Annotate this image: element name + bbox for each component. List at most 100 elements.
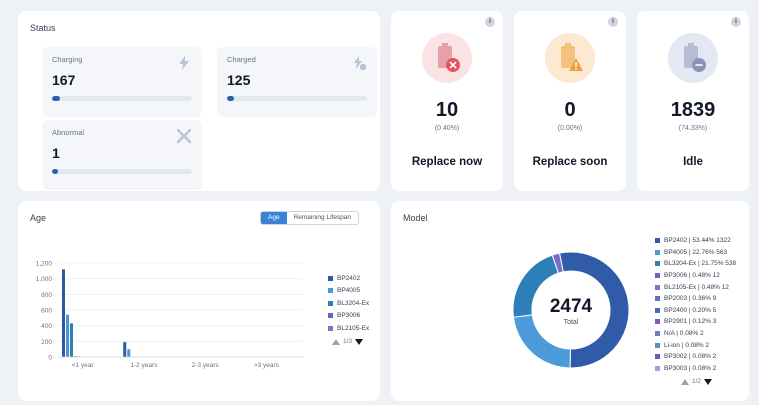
- legend-swatch: [655, 249, 660, 255]
- legend-swatch: [328, 300, 333, 306]
- legend-label: BP2402: [337, 274, 361, 282]
- y-tick-label: 800: [41, 292, 52, 299]
- legend-label: BL2105-Ex | 0.48% 12: [664, 283, 729, 291]
- legend-label: BP2402 | 53.44% 1322: [664, 237, 731, 245]
- abnormal-progress-bar: [52, 169, 192, 174]
- tile-charged[interactable]: Charged 125: [217, 47, 377, 117]
- legend-label: Li-ion | 0.08% 2: [664, 341, 710, 349]
- idle-card[interactable]: i 1839 (74.33%) Idle: [637, 11, 749, 191]
- age-legend: BP2402BP4005BL3204-ExBP3006BL2105-ExBP20…: [328, 272, 380, 332]
- charging-progress-bar: [52, 96, 192, 101]
- abnormal-progress-fill: [52, 169, 58, 174]
- legend-swatch: [655, 331, 660, 337]
- model-legend: BP2402 | 53.44% 1322 BP4005 | 22.76% 563 B…: [655, 235, 749, 374]
- legend-swatch: [655, 284, 660, 290]
- age-legend-pager[interactable]: 1/3: [332, 338, 364, 345]
- age-bar-chart: 0 200 400 600 800 1,000 1,200 <1 year 1-2 years 2…: [36, 261, 303, 369]
- model-legend-pager[interactable]: 1/2: [681, 378, 713, 385]
- y-tick-label: 200: [41, 339, 52, 346]
- legend-swatch: [655, 261, 660, 267]
- legend-label: BL3204-Ex: [337, 299, 370, 307]
- legend-label: BP4005: [337, 287, 361, 295]
- bar[interactable]: [62, 269, 65, 357]
- model-title: Model: [403, 213, 428, 223]
- legend-item[interactable]: BP2901 | 0.12% 3: [655, 316, 749, 328]
- legend-item[interactable]: BL2105-Ex: [328, 322, 380, 332]
- info-icon[interactable]: i: [485, 17, 495, 27]
- legend-swatch: [655, 296, 660, 302]
- tile-charging[interactable]: Charging 167: [42, 47, 202, 117]
- legend-item[interactable]: BP2402: [328, 272, 380, 285]
- battery-error-icon: [422, 33, 472, 83]
- tile-charging-value: 167: [52, 72, 76, 88]
- y-tick-label: 1,200: [36, 261, 53, 268]
- legend-label: BP3006 | 0.48% 12: [664, 272, 720, 280]
- bar[interactable]: [66, 314, 69, 357]
- legend-item[interactable]: BP3002 | 0.08% 2: [655, 351, 749, 363]
- y-tick-label: 400: [41, 323, 52, 330]
- charged-progress-bar: [227, 96, 367, 101]
- legend-item[interactable]: BL2105-Ex | 0.48% 12: [655, 281, 749, 293]
- legend-item[interactable]: BP2400 | 0.20% 5: [655, 305, 749, 317]
- page-down-icon[interactable]: [704, 378, 713, 385]
- legend-swatch: [655, 307, 660, 313]
- toggle-remaining-lifespan[interactable]: Remaining Lifespan: [287, 212, 358, 224]
- bar[interactable]: [127, 349, 131, 357]
- model-pager-text: 1/2: [692, 378, 702, 385]
- bar[interactable]: [70, 323, 73, 357]
- legend-item[interactable]: BP3003 | 0.08% 2: [655, 363, 749, 375]
- y-tick-label: 1,000: [36, 276, 53, 283]
- idle-value: 1839: [670, 99, 716, 121]
- bar[interactable]: [123, 342, 127, 357]
- info-icon[interactable]: i: [731, 17, 741, 27]
- legend-item[interactable]: BP4005 | 22.76% 563: [655, 247, 749, 259]
- battery-idle-icon: [668, 33, 718, 83]
- tile-abnormal-label: Abnormal: [52, 128, 85, 137]
- tools-icon: [176, 128, 192, 144]
- age-card: Age Age Remaining Lifespan 0 200 400 600 800…: [18, 201, 380, 401]
- age-pager-text: 1/3: [343, 338, 353, 345]
- age-title: Age: [30, 213, 47, 223]
- replace-now-card[interactable]: i 10 (0.40%) Replace now: [391, 11, 503, 191]
- legend-item[interactable]: BL3204-Ex | 21.75% 538: [655, 258, 749, 270]
- status-card: Status Charging 167 Charged 125 Abnormal…: [18, 11, 380, 191]
- page-up-icon[interactable]: [681, 378, 689, 385]
- page-down-icon[interactable]: [355, 338, 364, 345]
- replace-soon-percent: (0.00%): [557, 125, 583, 132]
- legend-label: BP2003 | 0.36% 9: [664, 295, 717, 303]
- info-icon[interactable]: i: [608, 17, 618, 27]
- toggle-age[interactable]: Age: [261, 212, 287, 224]
- page-up-icon[interactable]: [332, 338, 340, 345]
- legend-item[interactable]: BP3006 | 0.48% 12: [655, 270, 749, 282]
- replace-soon-card[interactable]: i 0 (0.00%) Replace soon: [514, 11, 626, 191]
- idle-percent: (74.33%): [678, 125, 708, 132]
- replace-soon-label: Replace soon: [532, 156, 608, 168]
- age-toggle[interactable]: Age Remaining Lifespan: [260, 211, 360, 225]
- replace-now-percent: (0.40%): [434, 125, 460, 132]
- legend-item[interactable]: BP2003 | 0.36% 9: [655, 293, 749, 305]
- legend-label: BP3006: [337, 312, 361, 320]
- lightning-check-icon: [354, 56, 367, 71]
- y-tick-label: 0: [48, 355, 52, 362]
- legend-item[interactable]: N/A | 0.08% 2: [655, 328, 749, 340]
- legend-item[interactable]: BL3204-Ex: [328, 297, 380, 310]
- replace-soon-value: 0: [564, 99, 576, 121]
- legend-label: BL3204-Ex | 21.75% 538: [664, 260, 737, 268]
- lightning-icon: [179, 56, 189, 70]
- legend-swatch: [328, 275, 333, 281]
- legend-item[interactable]: Li-ion | 0.08% 2: [655, 339, 749, 351]
- tile-abnormal[interactable]: Abnormal 1: [42, 120, 202, 190]
- donut-total: 2474: [549, 296, 593, 317]
- legend-item[interactable]: BP3006: [328, 310, 380, 323]
- idle-label: Idle: [683, 156, 703, 168]
- legend-item[interactable]: BP2402 | 53.44% 1322: [655, 235, 749, 247]
- tile-charging-label: Charging: [52, 55, 83, 64]
- legend-swatch: [655, 273, 660, 279]
- tile-charged-label: Charged: [227, 55, 256, 64]
- x-tick-label: 1-2 years: [130, 362, 158, 369]
- tile-charged-value: 125: [227, 72, 251, 88]
- legend-item[interactable]: BP4005: [328, 285, 380, 298]
- legend-label: BP3003 | 0.08% 2: [664, 364, 717, 372]
- model-card: Model 2474 Total BP2402 | 53.44% 1322 BP4…: [391, 201, 749, 401]
- legend-swatch: [328, 288, 333, 294]
